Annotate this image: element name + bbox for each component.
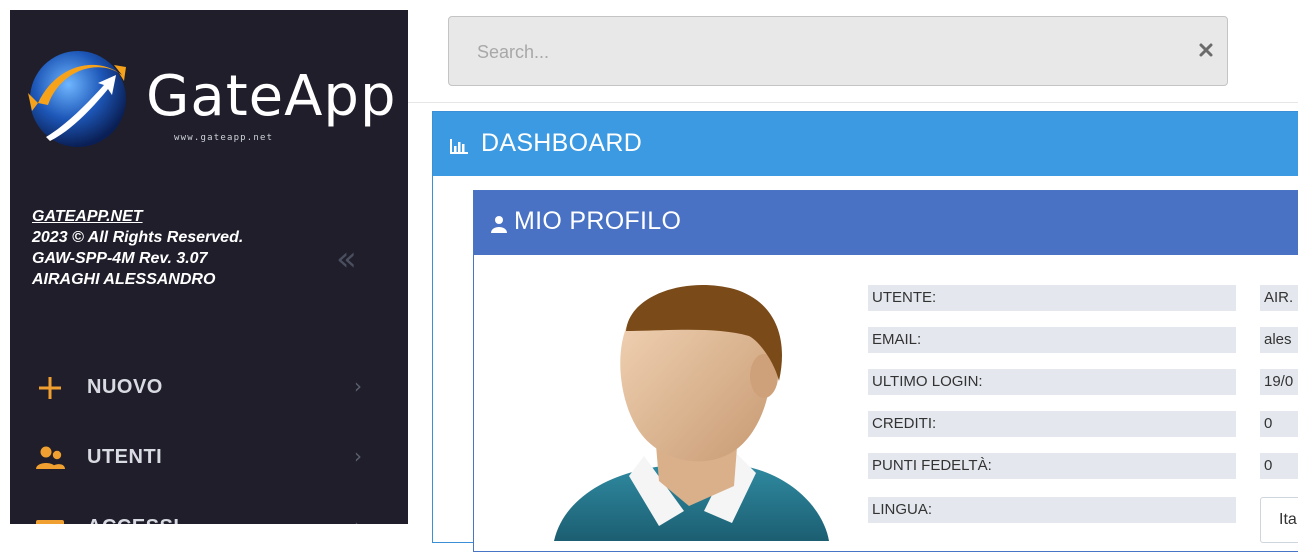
collapse-sidebar-button[interactable]: «	[336, 242, 357, 276]
sidebar: GateApp www.gateapp.net GATEAPP.NET 2023…	[10, 10, 408, 524]
clear-search-icon[interactable]	[1197, 41, 1215, 59]
card-icon	[36, 520, 64, 524]
brand-url: www.gateapp.net	[174, 133, 274, 143]
email-label: EMAIL:	[868, 327, 1236, 353]
dashboard-title: DASHBOARD	[481, 129, 643, 157]
sidebar-item-utenti[interactable]: UTENTI ›	[10, 430, 408, 486]
sidebar-item-accessi[interactable]: ACCESSI ›	[10, 500, 408, 524]
chevron-right-icon: ›	[354, 444, 362, 468]
logo[interactable]: GateApp www.gateapp.net	[26, 45, 396, 160]
crediti-value: 0	[1260, 411, 1298, 437]
sidebar-info: GATEAPP.NET 2023 © All Rights Reserved. …	[32, 206, 243, 290]
lingua-label: LINGUA:	[868, 497, 1236, 523]
users-icon	[36, 446, 65, 469]
copyright-text: 2023 © All Rights Reserved.	[32, 229, 244, 246]
top-bar	[408, 0, 1298, 103]
avatar	[554, 285, 829, 541]
current-user: AIRAGHI ALESSANDRO	[32, 271, 216, 288]
punti-fedelta-label: PUNTI FEDELTÀ:	[868, 453, 1236, 479]
search-input[interactable]	[475, 35, 1179, 69]
profile-panel: MIO PROFILO UTENTE: AIR. EMAIL: ales ULT…	[473, 190, 1298, 552]
crediti-label: CREDITI:	[868, 411, 1236, 437]
dashboard-panel: DASHBOARD MIO PROFILO UTENTE: AIR. EMAIL…	[432, 111, 1298, 552]
plus-icon	[39, 377, 61, 399]
search-box	[448, 16, 1228, 86]
brand-name: GateApp	[146, 64, 397, 129]
bar-chart-icon	[450, 139, 468, 154]
ultimo-login-label: ULTIMO LOGIN:	[868, 369, 1236, 395]
chevron-right-icon: ›	[354, 514, 362, 524]
profile-title: MIO PROFILO	[514, 207, 682, 235]
user-icon	[491, 216, 507, 233]
revision-text: GAW-SPP-4M Rev. 3.07	[32, 250, 208, 267]
chevron-right-icon: ›	[354, 374, 362, 398]
email-value: ales	[1260, 327, 1298, 353]
ultimo-login-value: 19/0	[1260, 369, 1298, 395]
globe-logo-icon	[28, 51, 126, 147]
utente-value: AIR.	[1260, 285, 1298, 311]
sidebar-item-label: NUOVO	[87, 376, 163, 398]
profile-header: MIO PROFILO	[474, 191, 1298, 255]
lingua-select[interactable]: Ita	[1260, 497, 1298, 543]
sidebar-item-label: ACCESSI	[87, 516, 179, 524]
utente-label: UTENTE:	[868, 285, 1236, 311]
sidebar-item-nuovo[interactable]: NUOVO ›	[10, 360, 408, 416]
sidebar-item-label: UTENTI	[87, 446, 163, 468]
gateapp-link[interactable]: GATEAPP.NET	[32, 208, 143, 225]
punti-fedelta-value: 0	[1260, 453, 1298, 479]
dashboard-header: DASHBOARD	[433, 112, 1298, 176]
